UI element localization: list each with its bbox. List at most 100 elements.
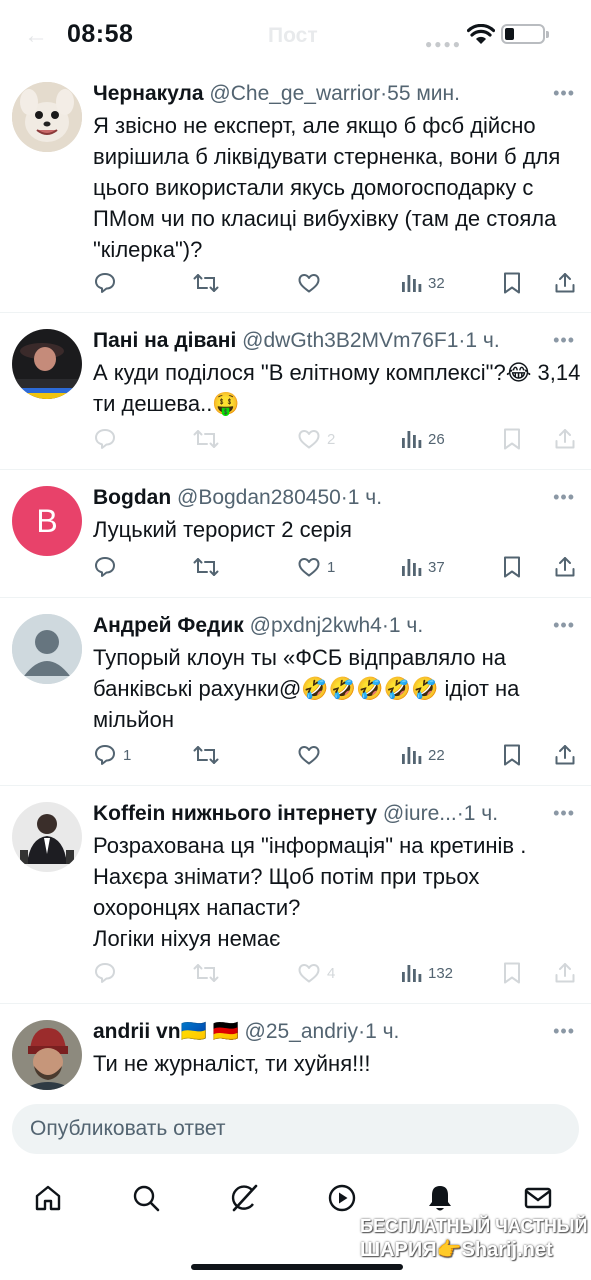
views-button[interactable]: 32 bbox=[400, 269, 445, 297]
reply-item[interactable]: Андрей Федик @pxdnj2kwh4·1 ч. ••• Тупоры… bbox=[0, 598, 591, 786]
reply-text: Тупорый клоун ты «ФСБ відправляло на бан… bbox=[93, 645, 520, 732]
author-handle[interactable]: @Bogdan280450 bbox=[177, 486, 341, 509]
reply-item[interactable]: Koffein нижнього інтернету @iure...·1 ч.… bbox=[0, 786, 591, 1004]
share-button[interactable] bbox=[553, 959, 577, 987]
views-icon bbox=[400, 428, 422, 450]
author-handle[interactable]: @pxdnj2kwh4 bbox=[250, 614, 382, 637]
bookmark-icon bbox=[501, 743, 523, 767]
more-icon[interactable]: ••• bbox=[553, 488, 575, 506]
reply-text: Розрахована ця "інформація" на кретинів … bbox=[93, 833, 527, 951]
home-icon[interactable] bbox=[28, 1178, 68, 1218]
reply-item[interactable]: Пані на дівані @dwGth3B2MVm76F1·1 ч. •••… bbox=[0, 313, 591, 470]
share-button[interactable] bbox=[553, 269, 577, 297]
like-button[interactable]: 1 bbox=[297, 553, 335, 581]
retweet-button[interactable] bbox=[193, 269, 219, 297]
reply-composer[interactable]: Опубликовать ответ bbox=[12, 1104, 579, 1154]
like-icon bbox=[297, 743, 321, 767]
grok-icon[interactable] bbox=[224, 1178, 264, 1218]
bookmark-button[interactable] bbox=[501, 269, 523, 297]
views-button[interactable]: 22 bbox=[400, 741, 445, 769]
reply-icon bbox=[93, 743, 117, 767]
share-button[interactable] bbox=[553, 553, 577, 581]
like-count: 4 bbox=[327, 964, 336, 982]
more-icon[interactable]: ••• bbox=[553, 616, 575, 634]
bookmark-button[interactable] bbox=[501, 425, 523, 453]
status-time: 08:58 bbox=[67, 20, 134, 48]
mail-icon[interactable] bbox=[518, 1178, 558, 1218]
views-button[interactable]: 37 bbox=[400, 553, 445, 581]
retweet-button[interactable] bbox=[193, 553, 219, 581]
like-button[interactable]: 4 bbox=[297, 959, 335, 987]
share-button[interactable] bbox=[553, 741, 577, 769]
battery-cap bbox=[546, 31, 549, 38]
share-icon bbox=[553, 743, 577, 767]
author-name[interactable]: Koffein нижнього інтернету bbox=[93, 802, 377, 825]
share-icon bbox=[553, 271, 577, 295]
post-time: 55 мин. bbox=[387, 82, 460, 105]
back-arrow-icon[interactable]: ← bbox=[24, 22, 48, 50]
post-time: 1 ч. bbox=[388, 614, 424, 637]
more-icon[interactable]: ••• bbox=[553, 1022, 575, 1040]
like-icon bbox=[297, 961, 321, 985]
reply-button[interactable] bbox=[93, 425, 123, 453]
author-handle[interactable]: @25_andriy bbox=[245, 1020, 359, 1043]
views-button[interactable]: 26 bbox=[400, 425, 445, 453]
watermark-line1: БЕСПЛАТНЫЙ ЧАСТНЫЙ bbox=[360, 1216, 588, 1236]
reply-item[interactable]: Чернакула @Che_ge_warrior·55 мин. ••• Я … bbox=[0, 70, 591, 313]
like-icon bbox=[297, 555, 321, 579]
more-icon[interactable]: ••• bbox=[553, 84, 575, 102]
author-name[interactable]: Пані на дівані bbox=[93, 329, 236, 352]
home-indicator[interactable] bbox=[191, 1264, 403, 1270]
like-count: 1 bbox=[327, 558, 336, 576]
reply-button[interactable] bbox=[93, 269, 123, 297]
background-page-title: Пост bbox=[268, 24, 318, 47]
watermark: БЕСПЛАТНЫЙ ЧАСТНЫЙ ШАРИЯ👉Sharij.net bbox=[360, 1214, 587, 1262]
like-button[interactable] bbox=[297, 741, 327, 769]
views-count: 22 bbox=[428, 746, 445, 764]
author-name[interactable]: Андрей Федик bbox=[93, 614, 244, 637]
bookmark-button[interactable] bbox=[501, 959, 523, 987]
more-icon[interactable]: ••• bbox=[553, 331, 575, 349]
author-name[interactable]: Чернакула bbox=[93, 82, 204, 105]
bell-icon[interactable] bbox=[420, 1178, 460, 1218]
avatar[interactable] bbox=[12, 614, 82, 684]
bookmark-button[interactable] bbox=[501, 553, 523, 581]
battery-icon bbox=[501, 24, 545, 44]
avatar[interactable] bbox=[12, 802, 82, 872]
retweet-icon bbox=[193, 555, 219, 579]
reply-item[interactable]: B Bogdan @Bogdan280450·1 ч. ••• Луцький … bbox=[0, 470, 591, 598]
action-bar: 32 bbox=[93, 269, 583, 297]
reply-button[interactable] bbox=[93, 959, 123, 987]
video-icon[interactable] bbox=[322, 1178, 362, 1218]
retweet-button[interactable] bbox=[193, 425, 219, 453]
retweet-button[interactable] bbox=[193, 741, 219, 769]
reply-item[interactable]: andrii vn🇺🇦 🇩🇪 @25_andriy·1 ч. ••• Ти не… bbox=[0, 1004, 591, 1090]
bookmark-icon bbox=[501, 961, 523, 985]
retweet-button[interactable] bbox=[193, 959, 219, 987]
bookmark-button[interactable] bbox=[501, 741, 523, 769]
views-count: 37 bbox=[428, 558, 445, 576]
status-bar: ← Пост 08:58 ●●●● bbox=[0, 0, 591, 70]
avatar[interactable] bbox=[12, 329, 82, 399]
views-button[interactable]: 132 bbox=[400, 959, 453, 987]
avatar[interactable] bbox=[12, 1020, 82, 1090]
author-name[interactable]: andrii vn🇺🇦 🇩🇪 bbox=[93, 1020, 239, 1043]
reply-button[interactable] bbox=[93, 553, 123, 581]
more-icon[interactable]: ••• bbox=[553, 804, 575, 822]
like-button[interactable] bbox=[297, 269, 327, 297]
separator-dot: · bbox=[358, 1020, 366, 1043]
share-button[interactable] bbox=[553, 425, 577, 453]
author-name[interactable]: Bogdan bbox=[93, 486, 171, 509]
reply-text: Ти не журналіст, ти хуйня!!! bbox=[93, 1051, 371, 1076]
reply-icon bbox=[93, 961, 117, 985]
author-handle[interactable]: @dwGth3B2MVm76F1 bbox=[242, 329, 458, 352]
avatar[interactable] bbox=[12, 82, 82, 152]
author-handle[interactable]: @Che_ge_warrior bbox=[209, 82, 380, 105]
like-button[interactable]: 2 bbox=[297, 425, 335, 453]
reply-button[interactable]: 1 bbox=[93, 741, 131, 769]
avatar[interactable]: B bbox=[12, 486, 82, 556]
search-icon[interactable] bbox=[126, 1178, 166, 1218]
author-handle[interactable]: @iure... bbox=[383, 802, 457, 825]
reply-icon bbox=[93, 271, 117, 295]
reply-composer-placeholder: Опубликовать ответ bbox=[30, 1117, 226, 1140]
